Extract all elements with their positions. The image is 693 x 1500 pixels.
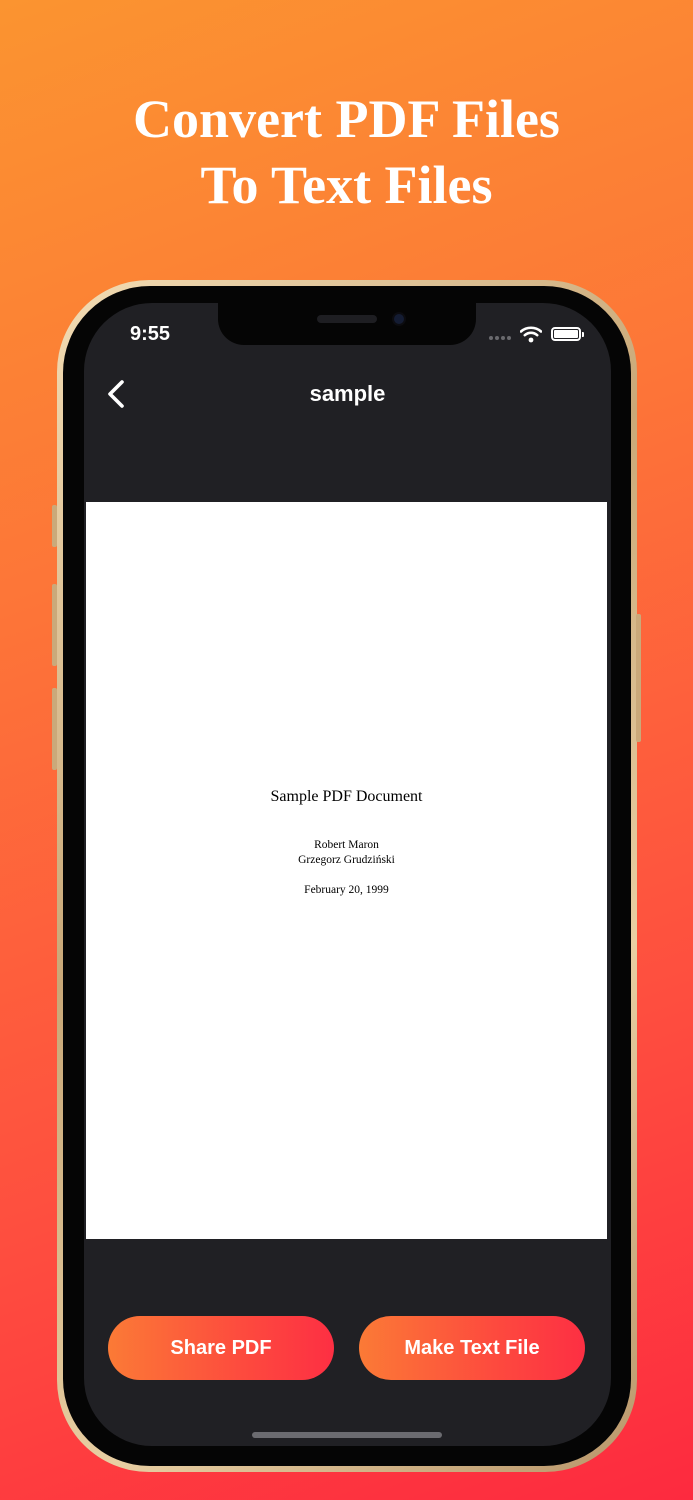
status-time: 9:55 bbox=[130, 323, 171, 345]
promo-headline: Convert PDF Files To Text Files bbox=[0, 86, 693, 218]
phone-power-button bbox=[636, 614, 641, 742]
pdf-preview-page[interactable]: Sample PDF Document Robert Maron Grzegor… bbox=[86, 502, 607, 1239]
front-camera bbox=[392, 312, 406, 326]
notch bbox=[218, 303, 476, 345]
phone-volume-down-button bbox=[52, 688, 57, 770]
pdf-document-title: Sample PDF Document bbox=[270, 788, 423, 805]
home-indicator[interactable] bbox=[252, 1432, 442, 1438]
battery-icon bbox=[551, 327, 584, 341]
speaker-grille bbox=[317, 315, 377, 323]
headline-line-2: To Text Files bbox=[200, 155, 493, 215]
headline-line-1: Convert PDF Files bbox=[133, 89, 560, 149]
pdf-date: February 20, 1999 bbox=[304, 884, 389, 896]
signal-dots-icon bbox=[489, 336, 515, 342]
pdf-author-1: Robert Maron bbox=[314, 839, 379, 851]
share-pdf-button[interactable]: Share PDF bbox=[108, 1316, 334, 1380]
wifi-icon bbox=[520, 326, 542, 343]
app-screen: 9:55 sample Sample PDF Document Robert M… bbox=[84, 303, 611, 1446]
nav-title: sample bbox=[309, 381, 386, 406]
make-text-file-button[interactable]: Make Text File bbox=[359, 1316, 585, 1380]
pdf-author-2: Grzegorz Grudziński bbox=[298, 854, 395, 866]
phone-silent-switch bbox=[52, 505, 57, 547]
phone-volume-up-button bbox=[52, 584, 57, 666]
